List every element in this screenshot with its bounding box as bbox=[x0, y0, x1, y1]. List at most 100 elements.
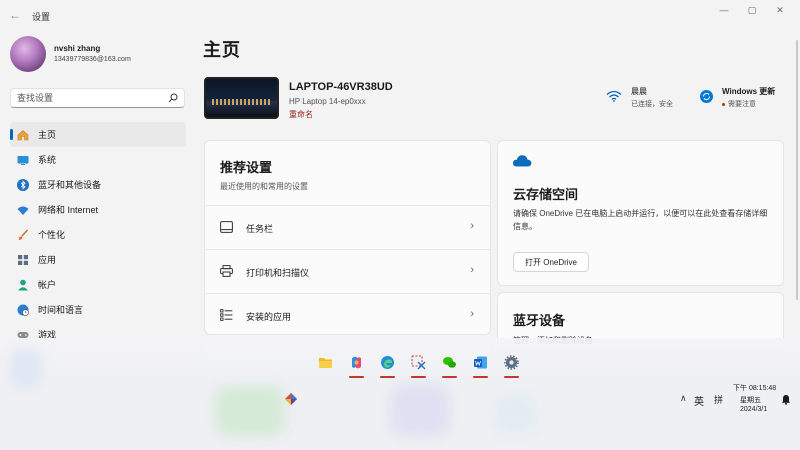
recommended-item-taskbar[interactable]: 任务栏 › bbox=[205, 205, 490, 249]
account-icon bbox=[16, 278, 30, 292]
sidebar-item-label: 网络和 Internet bbox=[38, 205, 99, 215]
running-indicator bbox=[504, 376, 519, 378]
taskbar-copilot[interactable] bbox=[341, 348, 372, 378]
user-profile[interactable]: nvshi zhang 13439779836@163.com bbox=[10, 36, 190, 76]
rename-link[interactable]: 重命名 bbox=[289, 109, 313, 120]
blurred-backdrop bbox=[495, 394, 535, 434]
card-description: 请确保 OneDrive 已在电脑上启动并运行，以便可以在此处查看存储详细信息。 bbox=[513, 209, 768, 231]
minimize-button[interactable]: — bbox=[710, 0, 738, 20]
taskbar-word[interactable] bbox=[465, 348, 496, 378]
chevron-right-icon: › bbox=[470, 308, 474, 320]
sidebar-item-label: 主页 bbox=[38, 130, 57, 140]
sidebar-item-bluetooth[interactable]: 蓝牙和其他设备 bbox=[10, 172, 186, 197]
blurred-backdrop bbox=[215, 386, 285, 436]
windows-update-title: Windows 更新 bbox=[722, 87, 776, 96]
sidebar-item-accounts[interactable]: 帐户 bbox=[10, 272, 186, 297]
wechat-icon bbox=[443, 357, 456, 368]
update-status-label: 需要注意 bbox=[728, 101, 756, 108]
card-title: 蓝牙设备 bbox=[513, 313, 566, 328]
device-wallpaper-thumbnail bbox=[204, 77, 279, 119]
scrollbar[interactable] bbox=[796, 40, 798, 300]
taskbar-wechat[interactable] bbox=[434, 348, 465, 378]
recommended-list: 任务栏 › 打印机和扫描仪 › 安装的应用 › bbox=[205, 205, 490, 337]
taskbar-settings[interactable] bbox=[496, 348, 527, 378]
windows-update-icon bbox=[700, 90, 713, 103]
open-onedrive-button[interactable]: 打开 OneDrive bbox=[513, 252, 590, 272]
search-box[interactable] bbox=[10, 88, 185, 108]
card-title: 云存储空间 bbox=[513, 187, 579, 202]
running-indicator bbox=[380, 376, 395, 378]
desktop-app-icon[interactable] bbox=[284, 392, 298, 406]
recommended-item-label: 安装的应用 bbox=[246, 312, 292, 322]
sidebar-nav: 主页 系统 蓝牙和其他设备 网络和 Internet 个性化 应用 帐户 时间和… bbox=[10, 122, 186, 347]
windows-update-status-text: 需要注意 bbox=[722, 99, 756, 109]
sidebar-item-personalization[interactable]: 个性化 bbox=[10, 222, 186, 247]
back-button[interactable]: ← bbox=[8, 8, 22, 22]
recommended-settings-card: 推荐设置 最近使用的和常用的设置 任务栏 › 打印机和扫描仪 › 安装的应用 › bbox=[204, 140, 491, 335]
user-email: 13439779836@163.com bbox=[54, 56, 131, 63]
window-controls: — ▢ ✕ bbox=[710, 0, 794, 20]
recommended-item-installed-apps[interactable]: 安装的应用 › bbox=[205, 293, 490, 337]
sidebar-item-label: 应用 bbox=[38, 255, 57, 265]
sidebar-item-system[interactable]: 系统 bbox=[10, 147, 186, 172]
wifi-network-name: 晨晨 bbox=[631, 87, 647, 96]
word-icon bbox=[474, 356, 487, 369]
cloud-storage-card: 云存储空间 请确保 OneDrive 已在电脑上启动并运行，以便可以在此处查看存… bbox=[497, 140, 784, 286]
wifi-icon bbox=[606, 90, 622, 102]
running-indicator bbox=[349, 376, 364, 378]
bluetooth-icon bbox=[16, 178, 30, 192]
running-indicator bbox=[442, 376, 457, 378]
wifi-icon bbox=[16, 203, 30, 217]
chevron-right-icon: › bbox=[470, 264, 474, 276]
recommended-item-printers[interactable]: 打印机和扫描仪 › bbox=[205, 249, 490, 293]
running-indicator bbox=[411, 376, 426, 378]
alert-dot-icon bbox=[722, 102, 725, 106]
app-list-icon bbox=[220, 309, 233, 321]
user-name: nvshi zhang bbox=[54, 44, 101, 53]
taskbar-file-explorer[interactable] bbox=[310, 348, 341, 378]
ime-language-indicator[interactable]: 英 bbox=[694, 393, 704, 408]
taskbar-edge[interactable] bbox=[372, 348, 403, 378]
file-explorer-icon bbox=[319, 358, 332, 368]
copilot-icon bbox=[352, 356, 361, 369]
chevron-right-icon: › bbox=[470, 220, 474, 232]
recommended-item-label: 打印机和扫描仪 bbox=[246, 268, 310, 278]
device-model: HP Laptop 14-ep0xxx bbox=[289, 97, 366, 106]
clock-date[interactable]: 2024/3/1 bbox=[740, 406, 767, 413]
running-indicator bbox=[473, 376, 488, 378]
taskbar-apps bbox=[310, 348, 527, 378]
sidebar-item-label: 系统 bbox=[38, 155, 57, 165]
page-title: 主页 bbox=[203, 40, 241, 60]
window-title: 设置 bbox=[32, 12, 51, 22]
cloud-icon bbox=[512, 155, 532, 167]
card-subtitle: 最近使用的和常用的设置 bbox=[220, 182, 308, 191]
clock-time[interactable]: 下午 08:15:48 bbox=[733, 383, 776, 393]
recommended-item-label: 任务栏 bbox=[246, 224, 274, 234]
ime-mode-indicator[interactable]: 拼 bbox=[714, 393, 723, 406]
sidebar-item-label: 帐户 bbox=[38, 280, 57, 290]
maximize-button[interactable]: ▢ bbox=[738, 0, 766, 20]
search-input[interactable] bbox=[17, 89, 167, 107]
taskbar-icon bbox=[220, 221, 233, 233]
tray-overflow-chevron-icon[interactable]: ∧ bbox=[680, 393, 687, 404]
sidebar-item-apps[interactable]: 应用 bbox=[10, 247, 186, 272]
taskbar-snipping-tool[interactable] bbox=[403, 348, 434, 378]
snipping-tool-icon bbox=[411, 355, 426, 370]
home-icon bbox=[16, 128, 30, 142]
notification-bell-icon[interactable] bbox=[781, 394, 791, 405]
sidebar-item-home[interactable]: 主页 bbox=[10, 122, 186, 147]
blurred-backdrop bbox=[390, 384, 450, 436]
edge-icon bbox=[381, 356, 394, 369]
blurred-backdrop bbox=[10, 348, 42, 388]
close-button[interactable]: ✕ bbox=[766, 0, 794, 20]
sidebar-item-label: 个性化 bbox=[38, 230, 66, 240]
sidebar-item-label: 时间和语言 bbox=[38, 305, 84, 315]
settings-icon bbox=[504, 355, 519, 370]
device-name: LAPTOP-46VR38UD bbox=[289, 81, 393, 93]
search-icon[interactable] bbox=[168, 93, 178, 103]
monitor-icon bbox=[16, 153, 30, 167]
apps-icon bbox=[16, 253, 30, 267]
sidebar-item-network[interactable]: 网络和 Internet bbox=[10, 197, 186, 222]
clock-weekday[interactable]: 星期五 bbox=[740, 395, 761, 405]
sidebar-item-time-language[interactable]: 时间和语言 bbox=[10, 297, 186, 322]
